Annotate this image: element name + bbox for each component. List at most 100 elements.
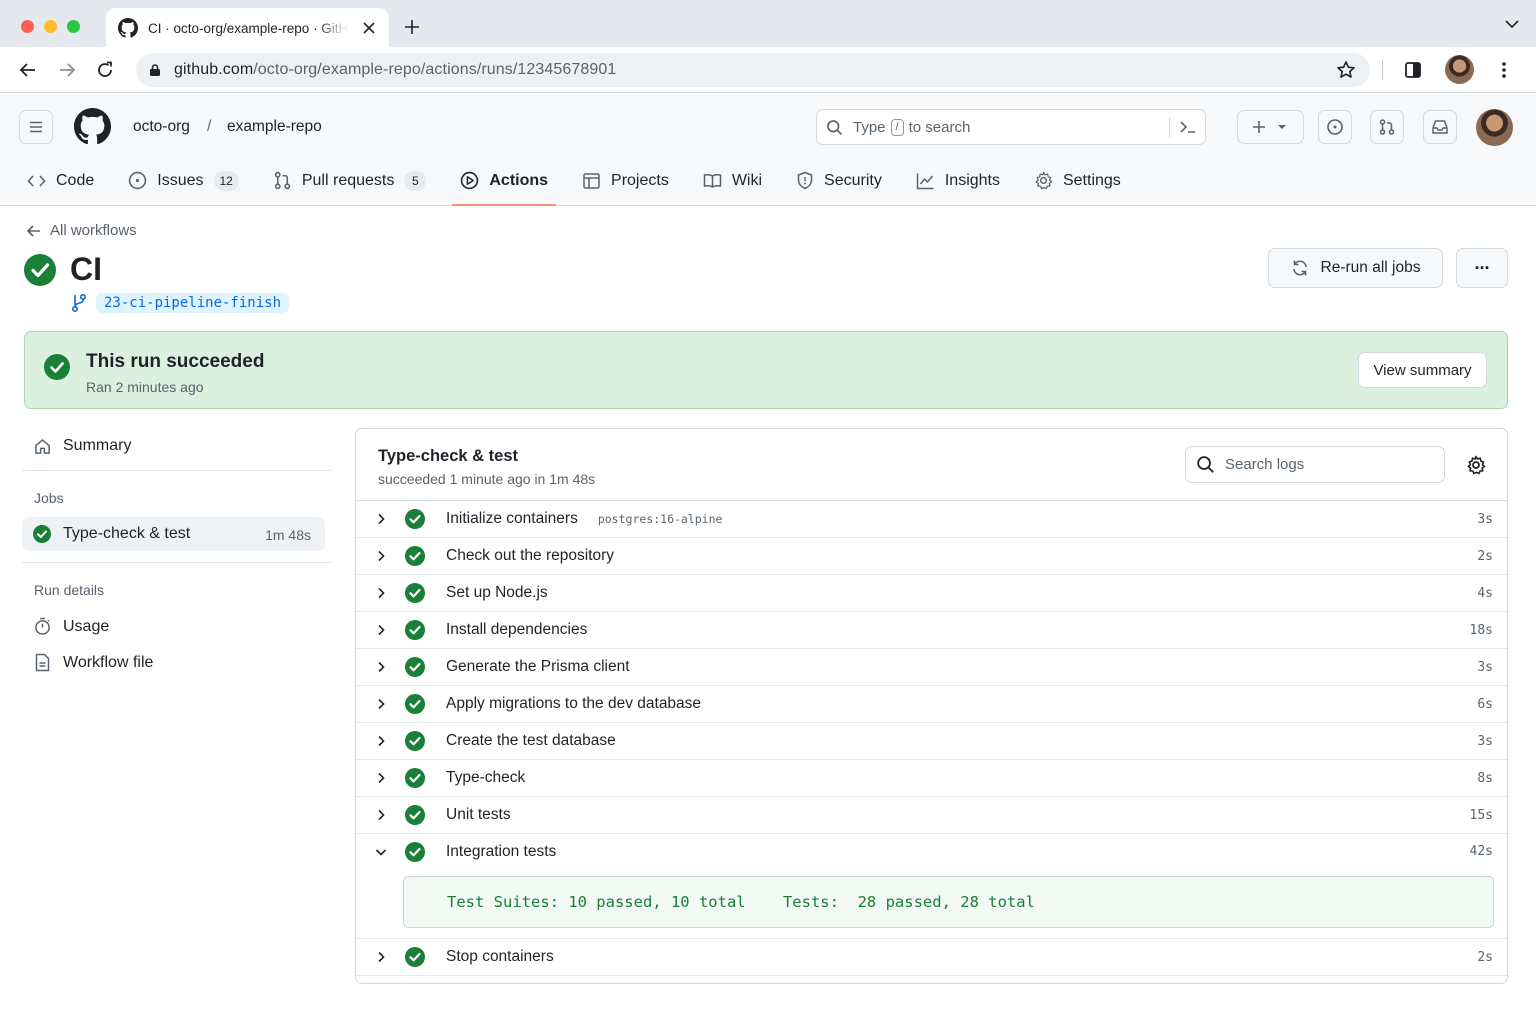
browser-menu-icon[interactable] — [1492, 58, 1516, 82]
pull-requests-icon[interactable] — [1370, 110, 1404, 144]
job-log-panel: Type-check & test succeeded 1 minute ago… — [355, 428, 1508, 984]
step-row[interactable]: Type-check 8s — [356, 760, 1507, 797]
home-icon — [35, 438, 50, 454]
close-window-button[interactable] — [21, 20, 34, 33]
user-avatar[interactable] — [1476, 109, 1513, 146]
chevron-right-icon[interactable] — [375, 513, 387, 525]
step-name: Initialize containers postgres:16-alpine — [446, 510, 723, 527]
breadcrumb-owner[interactable]: octo-org — [133, 118, 190, 136]
tab-security[interactable]: Security — [796, 155, 882, 206]
check-circle-fill-icon — [405, 731, 425, 751]
create-new-button[interactable] — [1237, 110, 1304, 144]
chevron-down-icon[interactable] — [375, 846, 387, 858]
pull-requests-counter: 5 — [404, 170, 427, 191]
git-pull-request-icon — [274, 171, 291, 190]
maximize-window-button[interactable] — [67, 20, 80, 33]
chevron-right-icon[interactable] — [375, 550, 387, 562]
chevron-right-icon[interactable] — [375, 735, 387, 747]
more-options-button[interactable]: ··· — [1456, 248, 1508, 288]
chevron-right-icon[interactable] — [375, 587, 387, 599]
step-row[interactable]: Integration tests 42s — [356, 834, 1507, 869]
reload-icon[interactable] — [93, 58, 117, 82]
step-row[interactable]: Check out the repository 2s — [356, 538, 1507, 575]
browser-profile-avatar[interactable] — [1445, 55, 1474, 84]
chevron-right-icon[interactable] — [375, 809, 387, 821]
tab-issues[interactable]: Issues 12 — [128, 155, 239, 206]
hamburger-menu-icon[interactable] — [19, 110, 53, 144]
tab-code[interactable]: Code — [27, 155, 94, 206]
address-bar[interactable]: github.com/octo-org/example-repo/actions… — [136, 53, 1370, 87]
github-logo-icon[interactable] — [74, 108, 111, 145]
new-tab-icon[interactable] — [400, 15, 424, 39]
chevron-right-icon[interactable] — [375, 624, 387, 636]
breadcrumb-repo[interactable]: example-repo — [227, 118, 322, 136]
all-workflows-link[interactable]: All workflows — [26, 222, 137, 239]
job-duration: 1m 48s — [265, 527, 311, 543]
chevron-right-icon[interactable] — [375, 772, 387, 784]
check-circle-fill-icon — [405, 768, 425, 788]
step-row[interactable]: Stop containers 2s — [356, 939, 1507, 976]
check-circle-fill-icon — [405, 509, 425, 529]
github-favicon-icon — [118, 18, 138, 38]
issues-icon[interactable] — [1318, 110, 1352, 144]
command-palette-icon[interactable] — [1179, 119, 1197, 135]
forward-arrow-icon[interactable] — [55, 58, 79, 82]
inbox-icon[interactable] — [1423, 110, 1457, 144]
search-logs-input[interactable]: Search logs — [1185, 446, 1445, 483]
chevron-right-icon[interactable] — [375, 698, 387, 710]
view-summary-button[interactable]: View summary — [1358, 352, 1487, 388]
check-circle-fill-icon — [405, 583, 425, 603]
tab-wiki[interactable]: Wiki — [703, 155, 762, 206]
step-row[interactable]: Unit tests 15s — [356, 797, 1507, 834]
step-row[interactable]: Install dependencies 18s — [356, 612, 1507, 649]
step-row[interactable]: Create the test database 3s — [356, 723, 1507, 760]
tab-projects[interactable]: Projects — [582, 155, 669, 206]
minimize-window-button[interactable] — [44, 20, 57, 33]
sidebar-item-usage[interactable]: Usage — [34, 617, 109, 636]
back-arrow-icon[interactable] — [16, 58, 40, 82]
bookmark-star-icon[interactable] — [1336, 60, 1356, 80]
search-shortcut-key: / — [890, 118, 904, 136]
branch-link[interactable]: 23-ci-pipeline-finish — [70, 293, 290, 313]
global-search-input[interactable]: Type / to search — [816, 109, 1206, 145]
tab-search-chevron-icon[interactable] — [1504, 16, 1520, 32]
job-subtitle: succeeded 1 minute ago in 1m 48s — [378, 471, 596, 487]
step-row[interactable]: Apply migrations to the dev database 6s — [356, 686, 1507, 723]
step-duration: 8s — [1477, 770, 1493, 786]
tab-actions[interactable]: Actions — [452, 155, 556, 206]
sync-icon — [1292, 260, 1307, 276]
side-panel-icon[interactable] — [1401, 58, 1425, 82]
step-row[interactable]: Generate the Prisma client 3s — [356, 649, 1507, 686]
close-tab-icon[interactable] — [359, 18, 379, 38]
check-circle-fill-icon — [405, 546, 425, 566]
step-duration: 3s — [1477, 659, 1493, 675]
run-status-title: This run succeeded — [86, 351, 265, 372]
stopwatch-icon — [35, 617, 50, 635]
gear-icon — [1035, 171, 1053, 190]
sidebar-item-workflow-file[interactable]: Workflow file — [34, 653, 153, 672]
chevron-right-icon[interactable] — [375, 661, 387, 673]
step-row[interactable]: Initialize containers postgres:16-alpine … — [356, 501, 1507, 538]
step-duration: 2s — [1477, 949, 1493, 965]
browser-tab[interactable]: CI · octo-org/example-repo · GitHub — [106, 8, 389, 48]
site-info-icon[interactable] — [148, 63, 162, 77]
run-status-time: Ran 2 minutes ago — [86, 379, 204, 395]
tab-insights[interactable]: Insights — [916, 155, 1000, 206]
sidebar-item-job[interactable]: Type-check & test 1m 48s — [22, 517, 325, 551]
check-circle-fill-icon — [24, 253, 56, 286]
sidebar-item-summary[interactable]: Summary — [34, 437, 131, 455]
check-circle-fill-icon — [33, 525, 51, 543]
log-settings-gear-icon[interactable] — [1466, 455, 1486, 475]
rerun-all-jobs-button[interactable]: Re-run all jobs — [1268, 248, 1443, 288]
check-circle-fill-icon — [405, 657, 425, 677]
tab-settings[interactable]: Settings — [1034, 155, 1121, 206]
issues-counter: 12 — [213, 170, 239, 191]
step-name: Generate the Prisma client — [446, 658, 630, 675]
chevron-right-icon[interactable] — [375, 951, 387, 963]
browser-toolbar: github.com/octo-org/example-repo/actions… — [0, 47, 1536, 93]
step-duration: 2s — [1477, 548, 1493, 564]
tab-pull-requests[interactable]: Pull requests 5 — [273, 155, 427, 206]
workflow-title: CI — [24, 251, 102, 288]
github-header: octo-org / example-repo Type / to search… — [0, 93, 1536, 206]
step-row[interactable]: Set up Node.js 4s — [356, 575, 1507, 612]
